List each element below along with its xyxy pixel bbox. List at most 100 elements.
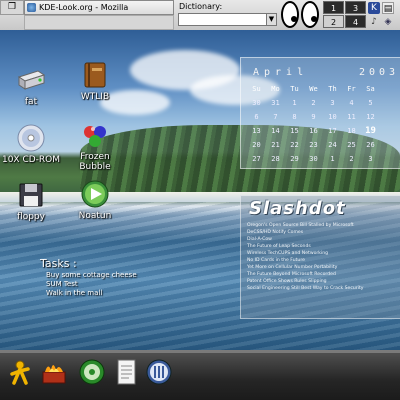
calendar-day[interactable]: 12 <box>361 110 380 124</box>
dictionary-label: Dictionary: <box>179 2 223 11</box>
speaker-icon[interactable]: ♪ <box>368 16 380 28</box>
calendar-day[interactable]: 14 <box>266 124 285 138</box>
pager-desktop-2[interactable]: 2 <box>323 15 344 28</box>
dictionary-dropdown-button[interactable]: ▼ <box>266 13 277 26</box>
top-panel: ❐ KDE-Look.org - Mozilla Dictionary: ▼ 1… <box>0 0 400 31</box>
slashdot-headline[interactable]: Social Engineering Still Best Way to Cra… <box>247 285 399 292</box>
desktop-pager: 1 3 2 4 <box>323 1 367 29</box>
desktop-icon-frozen-bubble[interactable]: Frozen Bubble <box>64 120 126 172</box>
calendar-day[interactable]: 27 <box>247 152 266 166</box>
floppy-icon <box>16 180 46 210</box>
taskbar-button-label: KDE-Look.org - Mozilla <box>39 3 129 12</box>
bottom-panel <box>0 350 400 400</box>
slashdot-headline[interactable]: The Future of Leap Seconds <box>247 243 399 250</box>
slashdot-headline[interactable]: Patent Office Shows Rules Slipping <box>247 278 399 285</box>
cdrom-icon <box>16 123 46 153</box>
calendar-day[interactable]: 30 <box>304 152 323 166</box>
calendar-day[interactable]: 5 <box>361 96 380 110</box>
desktop-icon-label: Frozen Bubble <box>79 152 111 172</box>
desktop-icon-fat[interactable]: fat <box>0 65 62 107</box>
calendar-day[interactable]: 26 <box>361 138 380 152</box>
slashdot-headline[interactable]: Wireless TechCUPS and Networking <box>247 250 399 257</box>
aim-icon[interactable] <box>6 358 34 386</box>
slashdot-headline[interactable]: Yet More on Cellular Number Portability <box>247 264 399 271</box>
calendar-day[interactable]: 31 <box>266 96 285 110</box>
desktop-icon-label: fat <box>24 97 38 107</box>
calendar-day[interactable]: 2 <box>342 152 361 166</box>
calendar-day[interactable]: 6 <box>247 110 266 124</box>
desktop-icon-wtlib[interactable]: WTLIB <box>64 60 126 102</box>
desktop-icon-noatun[interactable]: Noatun <box>64 179 126 221</box>
calendar-year: 2003 <box>359 67 400 78</box>
task-item[interactable]: Buy some cottage cheese <box>40 271 137 280</box>
calendar-day[interactable]: 21 <box>266 138 285 152</box>
weekday-label: Fr <box>347 85 356 93</box>
calendar-day[interactable]: 9 <box>304 110 323 124</box>
pager-desktop-1[interactable]: 1 <box>323 1 344 14</box>
calendar-day[interactable]: 1 <box>285 96 304 110</box>
dictionary-input[interactable] <box>178 13 268 26</box>
mozilla-icon <box>27 3 36 12</box>
weekday-label: Su <box>252 85 261 93</box>
calendar-week-row: 13 14 15 16 17 18 19 <box>247 124 399 138</box>
calendar-day[interactable]: 1 <box>323 152 342 166</box>
calendar-day[interactable]: 8 <box>285 110 304 124</box>
slashdot-headline[interactable]: Oregon's Open Source Bill Stalled by Mic… <box>247 222 399 229</box>
calendar-day[interactable]: 25 <box>342 138 361 152</box>
network-icon[interactable]: ◈ <box>382 16 394 28</box>
noatun-play-icon <box>80 179 110 209</box>
slashdot-headline[interactable]: Dial-A-Cow <box>247 236 399 243</box>
weekday-label: Mo <box>271 85 280 93</box>
weekday-label: Sa <box>366 85 375 93</box>
calendar-day[interactable]: 29 <box>285 152 304 166</box>
mixer-icon[interactable] <box>145 358 173 386</box>
calendar-widget: April 2003 Su Mo Tu We Th Fr Sa 30 31 1 … <box>240 57 400 169</box>
pager-desktop-4[interactable]: 4 <box>345 15 366 28</box>
clipboard-icon[interactable]: ▤ <box>382 2 394 14</box>
calendar-day[interactable]: 22 <box>285 138 304 152</box>
calendar-day[interactable]: 17 <box>323 124 342 138</box>
slashdot-headline[interactable]: No ID Cards in the Future <box>247 257 399 264</box>
desktop-icon-floppy[interactable]: floppy <box>0 180 62 222</box>
kde-icon[interactable]: K <box>368 2 380 14</box>
slashdot-headline[interactable]: The Future Beyond Microsoft Recorded <box>247 271 399 278</box>
calendar-day[interactable]: 30 <box>247 96 266 110</box>
calendar-day[interactable]: 3 <box>323 96 342 110</box>
calendar-day[interactable]: 11 <box>342 110 361 124</box>
right-eye-icon <box>301 1 319 28</box>
calendar-day[interactable]: 13 <box>247 124 266 138</box>
fire-icon[interactable] <box>40 358 68 386</box>
slashdot-headline[interactable]: DeCSS/HD Notify Comes <box>247 229 399 236</box>
calendar-day[interactable]: 28 <box>266 152 285 166</box>
calendar-day[interactable]: 23 <box>304 138 323 152</box>
book-icon <box>80 60 110 90</box>
calendar-day[interactable]: 7 <box>266 110 285 124</box>
show-desktop-button[interactable]: ❐ <box>0 0 24 15</box>
text-editor-icon[interactable] <box>112 358 140 386</box>
calendar-day[interactable]: 16 <box>304 124 323 138</box>
calendar-day[interactable]: 3 <box>361 152 380 166</box>
calendar-day-today[interactable]: 19 <box>361 124 380 138</box>
hard-drive-icon <box>16 65 46 95</box>
calendar-week-row: 20 21 22 23 24 25 26 <box>247 138 399 152</box>
task-item[interactable]: SUM Test <box>40 280 137 289</box>
calendar-day[interactable]: 2 <box>304 96 323 110</box>
calendar-weekday-row: Su Mo Tu We Th Fr Sa <box>247 82 399 96</box>
calendar-week-row: 6 7 8 9 10 11 12 <box>247 110 399 124</box>
taskbar-button-mozilla[interactable]: KDE-Look.org - Mozilla <box>24 0 174 15</box>
calendar-day[interactable]: 20 <box>247 138 266 152</box>
calendar-grid: Su Mo Tu We Th Fr Sa 30 31 1 2 3 4 5 6 7… <box>247 82 399 166</box>
calendar-week-row: 30 31 1 2 3 4 5 <box>247 96 399 110</box>
cd-player-icon[interactable] <box>78 358 106 386</box>
calendar-day[interactable]: 18 <box>342 124 361 138</box>
chevron-down-icon: ▼ <box>268 15 275 23</box>
calendar-day[interactable]: 4 <box>342 96 361 110</box>
calendar-day[interactable]: 15 <box>285 124 304 138</box>
desktop-icon-label: WTLIB <box>80 92 110 102</box>
pager-desktop-3[interactable]: 3 <box>345 1 366 14</box>
task-item[interactable]: Walk in the mall <box>40 289 137 298</box>
panel-strip <box>0 350 400 353</box>
desktop-icon-cdrom[interactable]: 10X CD-ROM <box>0 123 62 165</box>
calendar-day[interactable]: 10 <box>323 110 342 124</box>
calendar-day[interactable]: 24 <box>323 138 342 152</box>
